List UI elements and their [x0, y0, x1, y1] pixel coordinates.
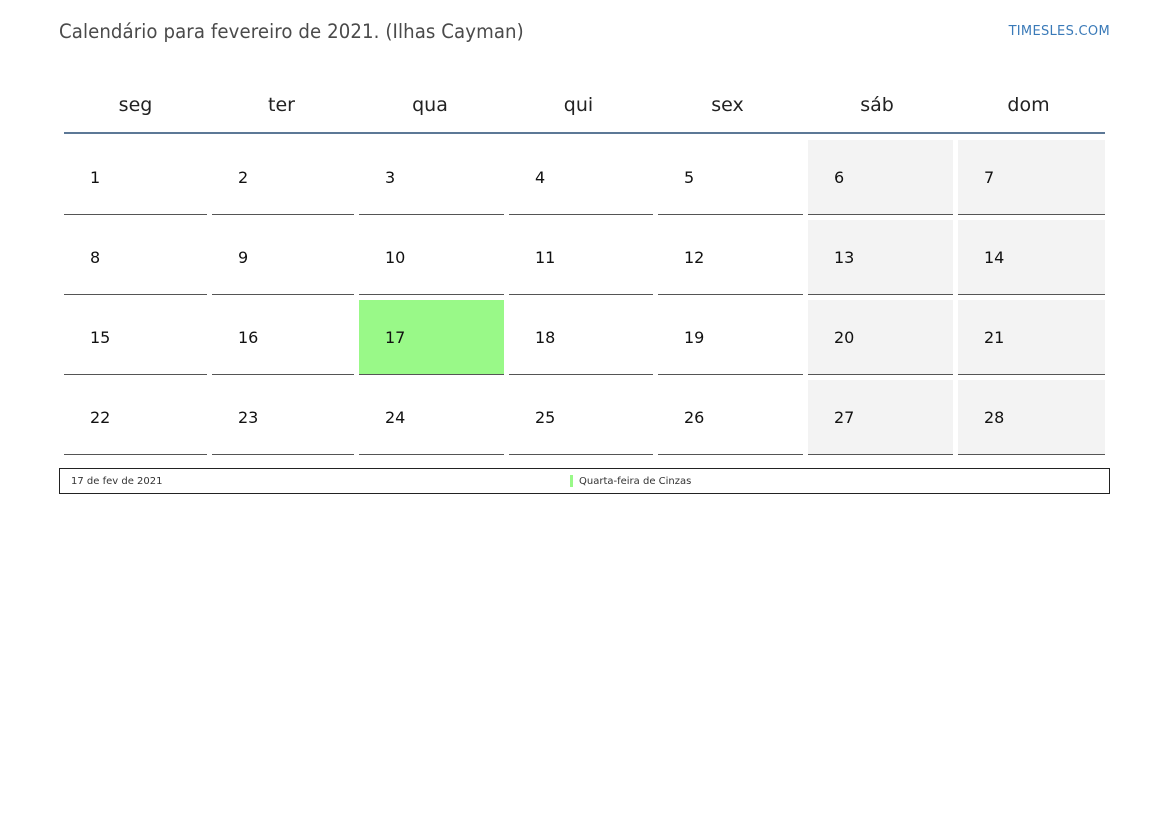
day-number: 15	[90, 328, 111, 347]
day-number: 23	[238, 408, 259, 427]
holiday-name: Quarta-feira de Cinzas	[579, 476, 692, 487]
day-number: 11	[535, 248, 556, 267]
day-cell: 12	[658, 220, 803, 295]
weekday-header-row: seg ter qua qui sex sáb dom	[64, 77, 1105, 134]
day-cell: 23	[212, 380, 354, 455]
day-number: 24	[385, 408, 406, 427]
day-cell: 3	[359, 140, 504, 215]
day-cell: 11	[509, 220, 653, 295]
day-cell: 27	[808, 380, 953, 455]
day-cell: 25	[509, 380, 653, 455]
day-number: 26	[684, 408, 705, 427]
holiday-legend: 17 de fev de 2021 Quarta-feira de Cinzas	[59, 468, 1110, 494]
day-number: 10	[385, 248, 406, 267]
weeks: 1 2 3 4 5 6 7 8 9 10 11 12 13 14 15 16 1…	[64, 134, 1105, 455]
weekday-label: sex	[711, 93, 744, 116]
day-number: 17	[385, 328, 406, 347]
day-cell: 15	[64, 300, 207, 375]
day-number: 2	[238, 168, 249, 187]
day-number: 18	[535, 328, 556, 347]
day-cell: 24	[359, 380, 504, 455]
weekday-label: qua	[412, 93, 448, 116]
day-cell: 26	[658, 380, 803, 455]
week-row: 22 23 24 25 26 27 28	[64, 380, 1105, 455]
day-cell: 13	[808, 220, 953, 295]
day-number: 16	[238, 328, 259, 347]
day-cell: 7	[958, 140, 1105, 215]
day-number: 5	[684, 168, 695, 187]
day-cell: 17	[359, 300, 504, 375]
day-cell: 2	[212, 140, 354, 215]
day-number: 14	[984, 248, 1005, 267]
day-number: 9	[238, 248, 249, 267]
day-number: 4	[535, 168, 546, 187]
day-number: 12	[684, 248, 705, 267]
day-number: 8	[90, 248, 101, 267]
week-row: 15 16 17 18 19 20 21	[64, 300, 1105, 375]
day-cell: 18	[509, 300, 653, 375]
day-cell: 9	[212, 220, 354, 295]
day-number: 7	[984, 168, 995, 187]
page-title: Calendário para fevereiro de 2021. (Ilha…	[59, 20, 524, 43]
day-number: 6	[834, 168, 845, 187]
day-cell: 16	[212, 300, 354, 375]
day-number: 28	[984, 408, 1005, 427]
day-number: 20	[834, 328, 855, 347]
day-cell: 1	[64, 140, 207, 215]
weekday-label: dom	[1007, 93, 1050, 116]
day-cell: 4	[509, 140, 653, 215]
day-cell: 14	[958, 220, 1105, 295]
week-row: 8 9 10 11 12 13 14	[64, 220, 1105, 295]
brand-link[interactable]: TIMESLES.COM	[1009, 24, 1110, 39]
day-number: 19	[684, 328, 705, 347]
holiday-date: 17 de fev de 2021	[71, 476, 163, 487]
day-cell: 8	[64, 220, 207, 295]
day-number: 27	[834, 408, 855, 427]
day-cell: 22	[64, 380, 207, 455]
day-number: 1	[90, 168, 101, 187]
day-cell: 19	[658, 300, 803, 375]
weekday-label: sáb	[860, 93, 894, 116]
day-number: 3	[385, 168, 396, 187]
weekday-label: qui	[563, 93, 594, 116]
weekday-label: seg	[118, 93, 153, 116]
day-number: 13	[834, 248, 855, 267]
calendar-grid: seg ter qua qui sex sáb dom 1 2 3 4 5 6 …	[64, 77, 1105, 460]
day-cell: 21	[958, 300, 1105, 375]
day-cell: 28	[958, 380, 1105, 455]
day-cell: 6	[808, 140, 953, 215]
day-cell: 10	[359, 220, 504, 295]
day-number: 22	[90, 408, 111, 427]
holiday-color-marker	[570, 475, 573, 487]
week-row: 1 2 3 4 5 6 7	[64, 140, 1105, 215]
day-cell: 5	[658, 140, 803, 215]
weekday-label: ter	[268, 93, 295, 116]
day-number: 21	[984, 328, 1005, 347]
day-number: 25	[535, 408, 556, 427]
day-cell: 20	[808, 300, 953, 375]
